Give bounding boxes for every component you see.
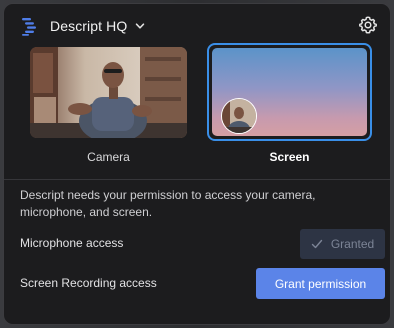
grant-permission-button[interactable]: Grant permission <box>256 268 385 299</box>
descript-logo <box>22 18 36 36</box>
workspace-selector[interactable]: Descript HQ <box>50 15 145 37</box>
screen-source-tile[interactable] <box>207 43 372 141</box>
camera-bubble-preview <box>221 98 257 134</box>
recorder-panel: Descript HQ Camera Screen Descript needs… <box>3 3 391 325</box>
microphone-access-label: Microphone access <box>20 236 124 250</box>
gear-icon[interactable] <box>358 15 378 35</box>
permission-message: Descript needs your permission to access… <box>20 188 316 219</box>
check-icon <box>311 239 323 249</box>
microphone-status-text: Granted <box>330 237 375 251</box>
chevron-down-icon <box>136 23 145 29</box>
camera-preview-image <box>30 47 187 138</box>
divider <box>4 179 390 180</box>
camera-source-tile[interactable] <box>30 47 187 138</box>
workspace-name: Descript HQ <box>50 18 128 34</box>
screen-label: Screen <box>269 150 310 164</box>
screen-preview <box>212 48 367 136</box>
microphone-granted-button: Granted <box>300 229 385 259</box>
screen-recording-access-label: Screen Recording access <box>20 276 157 290</box>
camera-label: Camera <box>87 150 130 164</box>
